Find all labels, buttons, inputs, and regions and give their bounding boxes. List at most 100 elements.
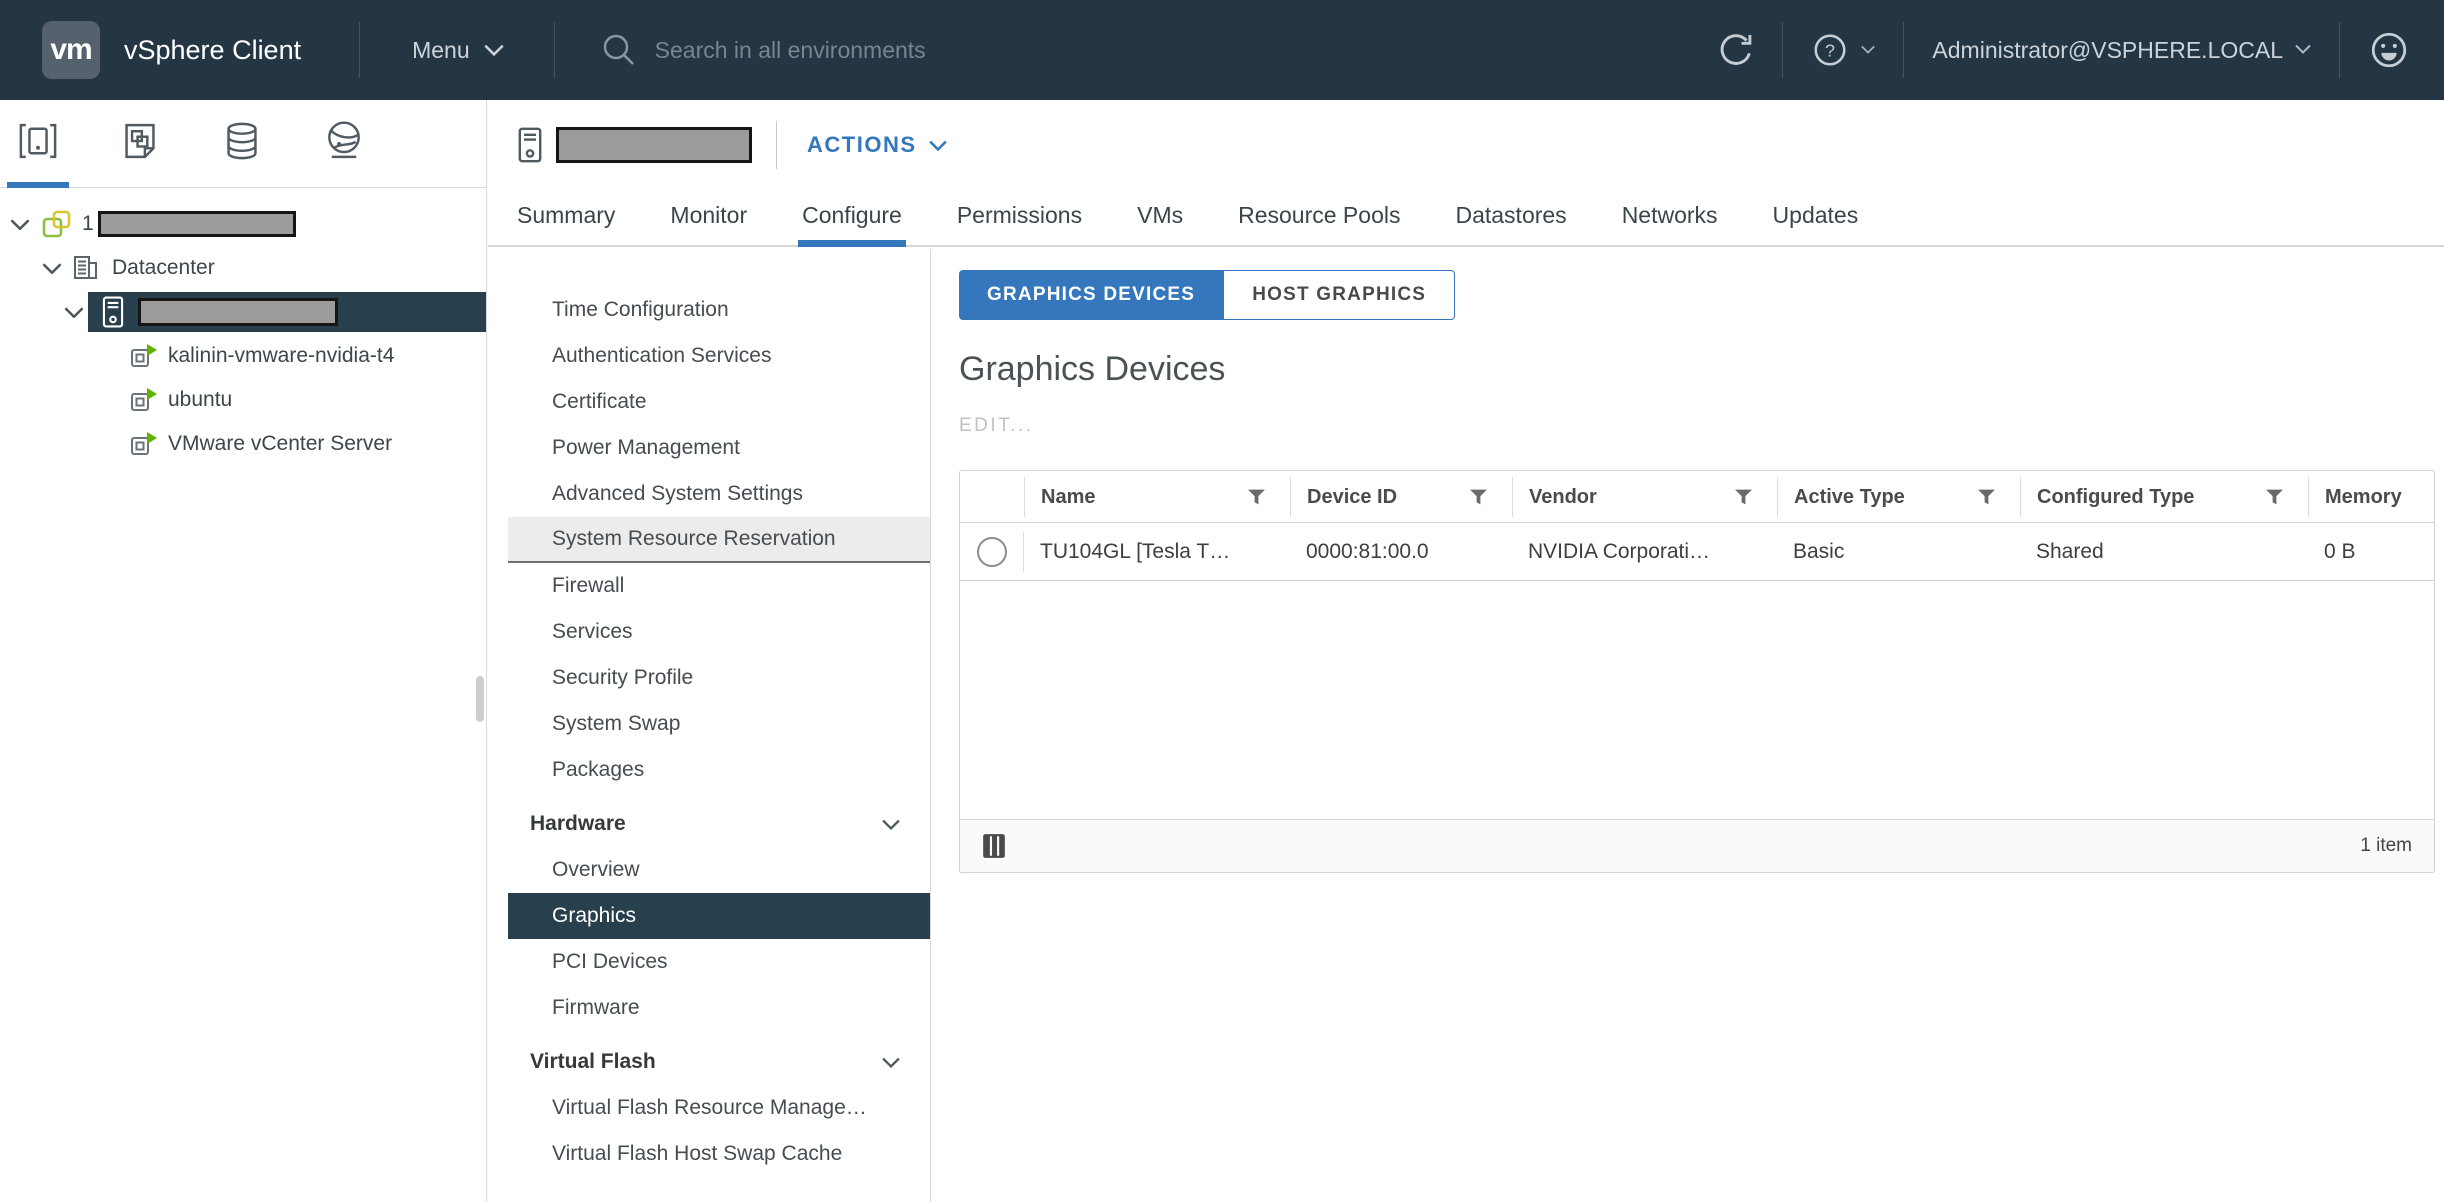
- nav-item-security-profile[interactable]: Security Profile: [508, 655, 930, 701]
- column-header-vendor[interactable]: Vendor: [1512, 477, 1777, 517]
- nav-item-firewall[interactable]: Firewall: [508, 563, 930, 609]
- tree-scrollbar-thumb[interactable]: [476, 676, 484, 722]
- feedback-smiley-icon[interactable]: [2368, 29, 2410, 71]
- tab-monitor[interactable]: Monitor: [670, 190, 747, 245]
- redacted-object-name: [556, 127, 752, 163]
- tab-storage[interactable]: [214, 100, 270, 188]
- column-header-label: Name: [1041, 486, 1095, 508]
- tab-datastores[interactable]: Datastores: [1455, 190, 1566, 245]
- nav-item-pci-devices[interactable]: PCI Devices: [508, 939, 930, 985]
- graphics-devices-toggle[interactable]: GRAPHICS DEVICES: [959, 270, 1223, 320]
- inventory-tab-strip: [0, 100, 487, 188]
- networking-icon: [322, 119, 366, 168]
- filter-icon[interactable]: [1469, 488, 1488, 505]
- vms-and-templates-icon: [118, 119, 162, 168]
- nav-item-firmware[interactable]: Firmware: [508, 985, 930, 1031]
- filter-icon[interactable]: [1977, 488, 1996, 505]
- header-divider: [2339, 22, 2340, 78]
- help-menu[interactable]: ?: [1811, 31, 1875, 69]
- nav-section-label: Virtual Flash: [530, 1039, 656, 1085]
- vmware-logo[interactable]: vm: [42, 21, 100, 79]
- tab-vms[interactable]: VMs: [1137, 190, 1183, 245]
- column-header-name[interactable]: Name: [1024, 477, 1290, 517]
- filter-icon[interactable]: [2265, 488, 2284, 505]
- svg-text:?: ?: [1825, 40, 1835, 60]
- nav-item-power-management[interactable]: Power Management: [508, 425, 930, 471]
- nav-item-system-swap[interactable]: System Swap: [508, 701, 930, 747]
- tab-networking[interactable]: [316, 100, 372, 188]
- nav-item-graphics[interactable]: Graphics: [508, 893, 930, 939]
- table-header-row: Name Device ID Vendor: [960, 471, 2434, 523]
- vmware-logo-text: vm: [50, 33, 91, 67]
- table-footer: 1 item: [960, 819, 2434, 872]
- tab-updates[interactable]: Updates: [1773, 190, 1859, 245]
- nav-item-services[interactable]: Services: [508, 609, 930, 655]
- table-row[interactable]: TU104GL [Tesla T… 0000:81:00.0 NVIDIA Co…: [960, 523, 2434, 581]
- column-header-memory[interactable]: Memory: [2308, 477, 2434, 517]
- nav-item-advanced-system-settings[interactable]: Advanced System Settings: [508, 471, 930, 517]
- cell-configured-type: Shared: [2020, 540, 2308, 564]
- user-menu[interactable]: Administrator@VSPHERE.LOCAL: [1932, 37, 2311, 64]
- search-input[interactable]: [655, 37, 1085, 64]
- nav-section-virtual-flash[interactable]: Virtual Flash: [508, 1039, 930, 1085]
- header-divider: [359, 22, 360, 78]
- chevron-down-icon: [882, 819, 900, 830]
- tree-item-label: 1: [82, 212, 94, 236]
- nav-item-packages[interactable]: Packages: [508, 747, 930, 793]
- chevron-down-icon: [484, 44, 504, 56]
- column-header-label: Configured Type: [2037, 486, 2194, 508]
- column-chooser-icon[interactable]: [982, 833, 1006, 859]
- inventory-tree: 1 Datacenter: [0, 188, 487, 1202]
- tab-resource-pools[interactable]: Resource Pools: [1238, 190, 1400, 245]
- actions-button[interactable]: ACTIONS: [807, 132, 947, 158]
- nav-item-virtual-flash-resource-management[interactable]: Virtual Flash Resource Manage…: [508, 1085, 930, 1131]
- tree-item-host-selected[interactable]: [0, 290, 486, 334]
- row-radio-button[interactable]: [977, 537, 1007, 567]
- nav-item-authentication-services[interactable]: Authentication Services: [508, 333, 930, 379]
- page-title: Graphics Devices: [959, 350, 2444, 389]
- nav-item-virtual-flash-host-swap-cache[interactable]: Virtual Flash Host Swap Cache: [508, 1131, 930, 1177]
- tab-summary[interactable]: Summary: [517, 190, 615, 245]
- nav-item-system-resource-reservation[interactable]: System Resource Reservation: [508, 517, 930, 563]
- tab-permissions[interactable]: Permissions: [957, 190, 1082, 245]
- chevron-down-icon[interactable]: [64, 307, 84, 318]
- object-header: ACTIONS: [488, 100, 2444, 190]
- column-header-label: Device ID: [1307, 486, 1397, 508]
- tree-item-vm[interactable]: VMware vCenter Server: [0, 422, 486, 466]
- chevron-down-icon[interactable]: [10, 219, 30, 230]
- hosts-and-clusters-icon: [16, 119, 60, 168]
- column-header-active-type[interactable]: Active Type: [1777, 477, 2020, 517]
- edit-button[interactable]: EDIT...: [959, 415, 1034, 437]
- nav-item-overview[interactable]: Overview: [508, 847, 930, 893]
- row-select-cell: [960, 532, 1024, 572]
- nav-section-hardware[interactable]: Hardware: [508, 801, 930, 847]
- chevron-down-icon: [1861, 41, 1875, 59]
- tree-item-vm[interactable]: ubuntu: [0, 378, 486, 422]
- host-graphics-toggle[interactable]: HOST GRAPHICS: [1223, 270, 1455, 320]
- vcenter-icon: [42, 210, 72, 238]
- filter-icon[interactable]: [1247, 488, 1266, 505]
- menu-button[interactable]: Menu: [412, 37, 504, 64]
- nav-item-certificate[interactable]: Certificate: [508, 379, 930, 425]
- selected-host-highlight: [88, 292, 486, 332]
- content-region: ACTIONS Summary Monitor Configure Permis…: [488, 100, 2444, 1202]
- redacted-vcenter-name: [98, 211, 296, 237]
- host-icon: [518, 127, 542, 163]
- column-header-configured-type[interactable]: Configured Type: [2020, 477, 2308, 517]
- tab-configure[interactable]: Configure: [802, 190, 902, 245]
- tab-networks[interactable]: Networks: [1622, 190, 1718, 245]
- tree-item-vm[interactable]: kalinin-vmware-nvidia-t4: [0, 334, 486, 378]
- tab-hosts-and-clusters[interactable]: [10, 100, 66, 188]
- refresh-icon[interactable]: [1716, 30, 1756, 70]
- tab-vms-and-templates[interactable]: [112, 100, 168, 188]
- nav-item-time-configuration[interactable]: Time Configuration: [508, 287, 930, 333]
- column-header-device-id[interactable]: Device ID: [1290, 477, 1512, 517]
- graphics-toggle-group: GRAPHICS DEVICES HOST GRAPHICS: [959, 270, 1455, 320]
- help-icon: ?: [1811, 31, 1849, 69]
- tree-item-datacenter[interactable]: Datacenter: [0, 246, 486, 290]
- vm-powered-on-icon: [130, 431, 158, 457]
- filter-icon[interactable]: [1734, 488, 1753, 505]
- vm-powered-on-icon: [130, 343, 158, 369]
- tree-item-vcenter[interactable]: 1: [0, 202, 486, 246]
- chevron-down-icon[interactable]: [42, 263, 62, 274]
